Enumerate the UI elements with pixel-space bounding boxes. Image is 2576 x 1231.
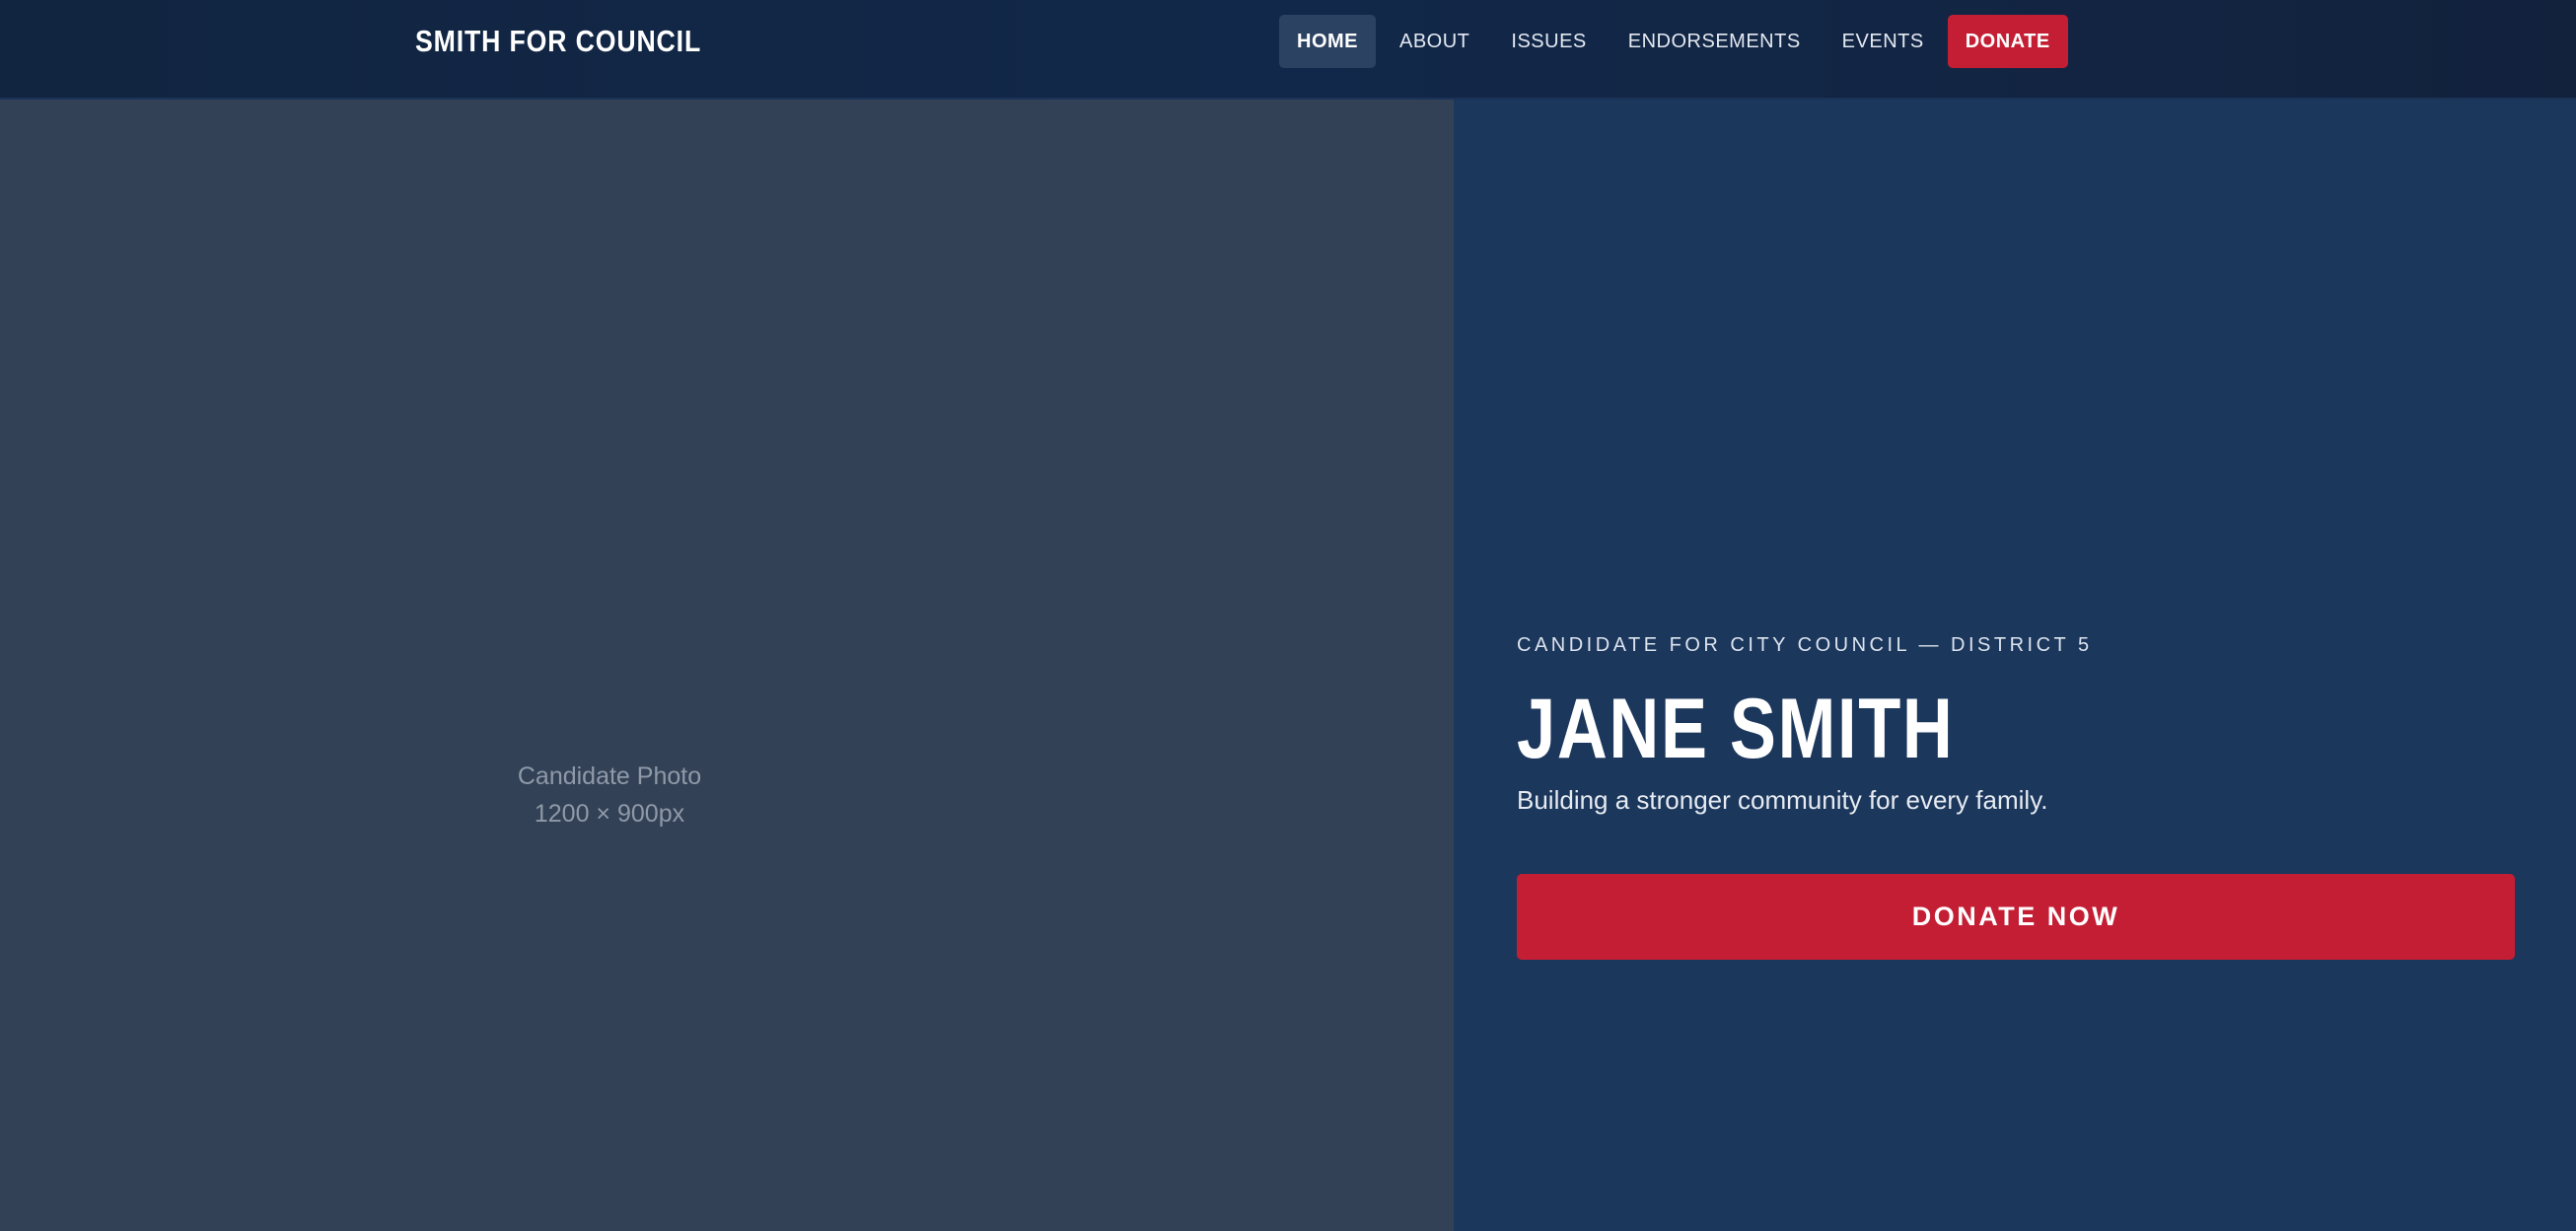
- hero-panel: CANDIDATE FOR CITY COUNCIL — DISTRICT 5 …: [1454, 100, 2576, 1231]
- nav-issues[interactable]: ISSUES: [1493, 15, 1604, 68]
- site-brand[interactable]: SMITH FOR COUNCIL: [415, 0, 701, 83]
- main-nav: HOME ABOUT ISSUES ENDORSEMENTS EVENTS DO…: [1279, 15, 2068, 68]
- site-header: SMITH FOR COUNCIL HOME ABOUT ISSUES ENDO…: [0, 0, 2576, 100]
- photo-caption: Candidate Photo 1200 × 900px: [0, 758, 1219, 833]
- nav-donate-button[interactable]: DONATE: [1947, 15, 2068, 68]
- nav-about[interactable]: ABOUT: [1382, 15, 1487, 68]
- candidate-photo-placeholder: Candidate Photo 1200 × 900px: [0, 100, 1454, 1231]
- candidate-name: JANE SMITH: [1517, 682, 1955, 776]
- nav-home[interactable]: HOME: [1279, 15, 1376, 68]
- nav-endorsements[interactable]: ENDORSEMENTS: [1610, 15, 1819, 68]
- hero-eyebrow: CANDIDATE FOR CITY COUNCIL — DISTRICT 5: [1517, 634, 2093, 656]
- donate-now-button[interactable]: DONATE NOW: [1517, 874, 2515, 960]
- photo-caption-title: Candidate Photo: [517, 762, 702, 790]
- photo-caption-dimensions: 1200 × 900px: [534, 800, 685, 828]
- nav-events[interactable]: EVENTS: [1825, 15, 1942, 68]
- hero-tagline: Building a stronger community for every …: [1517, 785, 2048, 815]
